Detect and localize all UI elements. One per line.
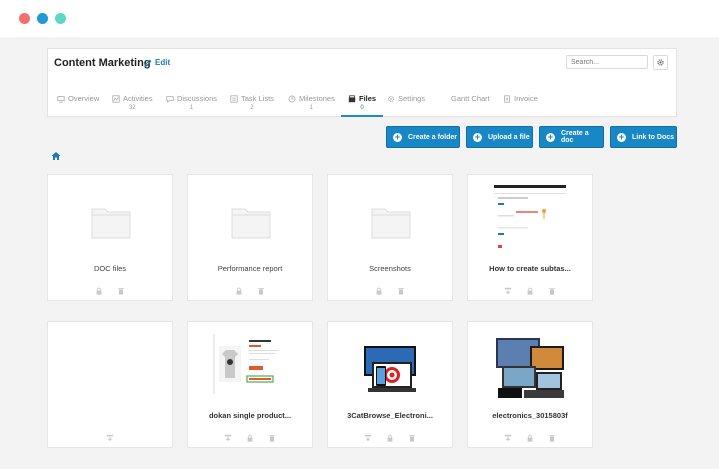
electronics-collage-thumbnail — [494, 336, 568, 402]
edit-project-button[interactable]: Edit — [144, 58, 170, 67]
tab-label: Discussions — [177, 94, 218, 103]
close-window-dot[interactable] — [19, 13, 30, 24]
lock-icon[interactable] — [375, 287, 383, 295]
folder-icon — [231, 208, 271, 239]
window-titlebar — [0, 0, 719, 37]
product-page-thumbnail — [213, 334, 288, 394]
plus-icon: + — [393, 131, 402, 142]
active-tab-indicator — [341, 115, 384, 117]
file-card[interactable]: 3CatBrowse_Electroni... — [327, 321, 453, 448]
folder-card[interactable]: DOC files — [47, 174, 173, 301]
tab-label: Overview — [68, 94, 100, 103]
download-icon[interactable] — [106, 434, 114, 442]
home-icon[interactable] — [51, 151, 61, 161]
plus-icon: + — [617, 131, 626, 142]
project-header: Content Marketing Edit Overview Activiti… — [47, 48, 677, 117]
tab-count: 32 — [128, 105, 136, 111]
tab-count: 2 — [250, 105, 254, 111]
discussions-icon — [166, 95, 174, 103]
screenshot-thumbnail — [494, 185, 566, 253]
link-to-docs-button[interactable]: + Link to Docs — [610, 126, 677, 148]
lock-icon[interactable] — [386, 434, 394, 442]
activities-icon — [112, 94, 120, 103]
settings-icon — [388, 95, 394, 102]
plus-icon: + — [473, 131, 482, 142]
file-card[interactable]: electronics_3015803f — [467, 321, 593, 448]
card-name: Screenshots — [369, 264, 411, 273]
trash-icon[interactable] — [548, 287, 556, 295]
tab-overview[interactable]: Overview — [57, 94, 99, 118]
project-settings-button[interactable] — [653, 55, 668, 70]
tab-task-lists[interactable]: Task Lists 2 — [230, 94, 274, 118]
trash-icon[interactable] — [408, 434, 416, 442]
tab-label: Milestones — [299, 94, 335, 103]
electronics-thumbnail — [364, 346, 416, 392]
tab-settings[interactable]: Settings — [387, 94, 425, 118]
file-card[interactable]: dokan single product... — [187, 321, 313, 448]
download-icon[interactable] — [504, 434, 512, 442]
plus-icon: + — [546, 131, 555, 142]
tab-label: Invoice — [514, 94, 538, 103]
card-name: How to create subtas... — [489, 264, 571, 273]
file-card[interactable] — [47, 321, 173, 448]
tab-label: Settings — [398, 94, 426, 103]
search-input[interactable] — [566, 55, 648, 69]
tab-label: Activities — [123, 94, 153, 103]
files-icon — [348, 94, 356, 102]
download-icon[interactable] — [504, 287, 512, 295]
folder-card[interactable]: Screenshots — [327, 174, 453, 301]
milestones-icon — [288, 95, 296, 102]
card-name: electronics_3015803f — [492, 411, 568, 420]
lock-icon[interactable] — [526, 287, 534, 295]
folder-icon — [371, 208, 411, 239]
tab-label: Task Lists — [241, 94, 274, 103]
tab-activities[interactable]: Activities 32 — [112, 94, 153, 118]
trash-icon[interactable] — [397, 287, 405, 295]
trash-icon[interactable] — [257, 287, 265, 295]
create-doc-button[interactable]: + Create a doc — [539, 126, 604, 148]
tab-files[interactable]: Files 0 — [341, 94, 384, 118]
lock-icon[interactable] — [526, 434, 534, 442]
file-card[interactable]: How to create subtas... — [467, 174, 593, 301]
button-label: Create a folder — [408, 133, 458, 141]
minimize-window-dot[interactable] — [37, 13, 48, 24]
tab-label: Files — [359, 94, 377, 103]
pencil-icon — [144, 59, 152, 67]
upload-file-button[interactable]: + Upload a file — [466, 126, 533, 148]
card-name: dokan single product... — [208, 411, 292, 420]
trash-icon[interactable] — [548, 434, 556, 442]
overview-icon — [57, 95, 65, 103]
card-name: Performance report — [217, 264, 283, 273]
lock-icon[interactable] — [235, 287, 243, 295]
edit-label: Edit — [155, 58, 171, 67]
tab-count: 1 — [189, 105, 194, 111]
trash-icon[interactable] — [268, 434, 276, 442]
create-folder-button[interactable]: + Create a folder — [386, 126, 460, 148]
tab-discussions[interactable]: Discussions 1 — [166, 94, 217, 118]
task-lists-icon — [230, 94, 238, 103]
tab-invoice[interactable]: Invoice — [503, 94, 538, 118]
tab-gantt-chart[interactable]: Gantt Chart — [451, 94, 490, 118]
card-name: 3CatBrowse_Electroni... — [347, 411, 433, 420]
download-icon[interactable] — [224, 434, 232, 442]
project-title: Content Marketing — [54, 57, 151, 69]
lock-icon[interactable] — [95, 287, 103, 295]
folder-icon — [91, 208, 131, 239]
tab-milestones[interactable]: Milestones 1 — [288, 94, 335, 118]
maximize-window-dot[interactable] — [55, 13, 66, 24]
tab-count: 0 — [360, 105, 364, 111]
tab-count: 1 — [309, 105, 314, 111]
button-label: Upload a file — [488, 133, 530, 141]
download-icon[interactable] — [364, 434, 372, 442]
folder-card[interactable]: Performance report — [187, 174, 313, 301]
tab-label: Gantt Chart — [451, 94, 490, 103]
trash-icon[interactable] — [117, 287, 125, 295]
card-name: DOC files — [93, 264, 127, 273]
invoice-icon — [504, 94, 510, 103]
button-label: Link to Docs — [632, 133, 675, 141]
button-label: Create a doc — [561, 130, 589, 144]
gear-icon — [657, 59, 664, 66]
lock-icon[interactable] — [246, 434, 254, 442]
